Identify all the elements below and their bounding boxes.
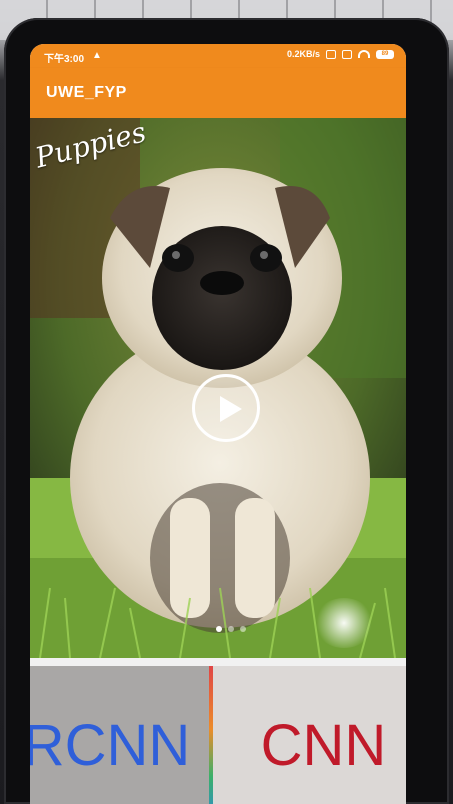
network-speed: 0.2KB/s — [286, 49, 320, 59]
wifi-icon — [358, 50, 370, 58]
rcnn-button[interactable]: RCNN — [30, 666, 209, 804]
carousel-dot[interactable] — [228, 626, 234, 632]
screen-glare — [314, 598, 374, 648]
scene: 下午3:00 ▲ 0.2KB/s 89 UWE_FYP Puppies RCNN… — [0, 0, 453, 804]
video-player[interactable]: Puppies — [30, 118, 406, 658]
carousel-dot[interactable] — [216, 626, 222, 632]
status-bar: 下午3:00 ▲ 0.2KB/s 89 — [30, 44, 406, 68]
sim-icon — [342, 49, 352, 59]
app-title: UWE_FYP — [46, 84, 127, 101]
carousel-dot[interactable] — [240, 626, 246, 632]
button-row: RCNN CNN — [30, 666, 406, 804]
vibrate-icon — [326, 49, 336, 59]
battery-icon: 89 — [376, 49, 394, 59]
warning-icon: ▲ — [92, 50, 102, 61]
status-icons: 0.2KB/s 89 — [287, 49, 394, 59]
play-icon[interactable] — [192, 374, 260, 442]
app-bar: UWE_FYP — [30, 68, 406, 118]
phone-frame: 下午3:00 ▲ 0.2KB/s 89 UWE_FYP Puppies RCNN… — [4, 18, 449, 804]
cnn-button[interactable]: CNN — [213, 666, 406, 804]
status-time: 下午3:00 — [44, 54, 85, 65]
phone-screen: 下午3:00 ▲ 0.2KB/s 89 UWE_FYP Puppies RCNN… — [30, 44, 406, 804]
carousel-indicator — [216, 626, 246, 632]
